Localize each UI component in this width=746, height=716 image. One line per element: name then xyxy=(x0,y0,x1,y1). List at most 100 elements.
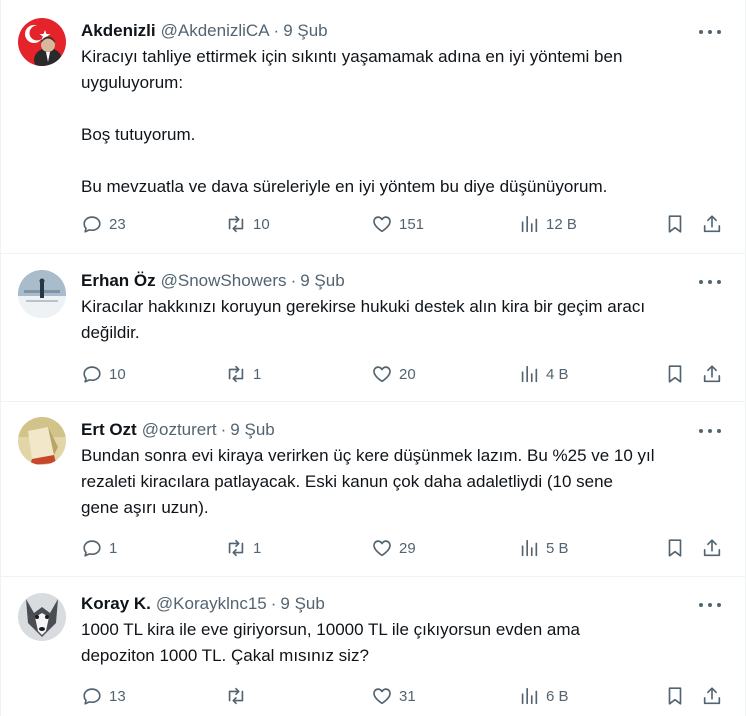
tweet-text: Bundan sonra evi kiraya verirken üç kere… xyxy=(81,443,729,521)
share-button[interactable] xyxy=(701,537,723,559)
like-count: 31 xyxy=(399,687,416,705)
like-count: 20 xyxy=(399,365,416,383)
reply-count: 13 xyxy=(109,687,126,705)
reply-button[interactable]: 13 xyxy=(81,685,126,707)
tweet-text-line: gene aşırı uzun). xyxy=(81,498,209,517)
tweet[interactable]: Erhan Öz @SnowShowers · 9 Şub Kiracılar … xyxy=(1,254,745,402)
retweet-count: 1 xyxy=(253,365,262,383)
display-name[interactable]: Ert Ozt xyxy=(81,420,137,440)
tweet-actions: 23 10 151 12 B xyxy=(81,213,725,237)
tweet-actions: 10 1 20 4 B xyxy=(81,363,725,387)
tweet[interactable]: Koray K. @Korayklnc15 · 9 Şub 1000 TL ki… xyxy=(1,577,745,716)
bookmark-icon xyxy=(668,215,682,233)
user-handle[interactable]: @SnowShowers xyxy=(161,271,287,291)
reply-button[interactable]: 23 xyxy=(81,213,126,235)
reply-count: 1 xyxy=(109,539,118,557)
display-name[interactable]: Akdenizli xyxy=(81,21,156,41)
tweet[interactable]: Akdenizli @AkdenizliCA · 9 Şub Kiracıyı … xyxy=(1,0,745,254)
retweet-count: 10 xyxy=(253,215,270,233)
tweet-header: Koray K. @Korayklnc15 · 9 Şub xyxy=(81,593,729,615)
bookmark-button[interactable] xyxy=(664,363,686,385)
retweet-icon xyxy=(228,687,244,705)
share-button[interactable] xyxy=(701,213,723,235)
tweet-date[interactable]: 9 Şub xyxy=(280,594,324,614)
tweet-header: Akdenizli @AkdenizliCA · 9 Şub xyxy=(81,20,729,42)
avatar[interactable] xyxy=(18,18,66,66)
reply-icon xyxy=(83,216,101,233)
views-button[interactable]: 6 B xyxy=(518,685,569,707)
retweet-button[interactable]: 10 xyxy=(225,213,270,235)
views-chart-icon xyxy=(521,365,538,383)
user-handle[interactable]: @AkdenizliCA xyxy=(161,21,270,41)
tweet-text-line: depoziton 1000 TL. Çakal mısınız siz? xyxy=(81,646,369,665)
bookmark-icon xyxy=(668,687,682,705)
tweet-text-line xyxy=(81,148,729,174)
views-chart-icon xyxy=(521,539,538,557)
retweet-count: 1 xyxy=(253,539,262,557)
views-chart-icon xyxy=(521,687,538,705)
bookmark-icon xyxy=(668,539,682,557)
like-button[interactable]: 151 xyxy=(371,213,424,235)
heart-icon xyxy=(373,688,391,705)
tweet-actions: 1 1 29 5 B xyxy=(81,537,725,561)
tweet[interactable]: Ert Ozt @ozturert · 9 Şub Bundan sonra e… xyxy=(1,402,745,577)
like-button[interactable]: 31 xyxy=(371,685,416,707)
like-button[interactable]: 20 xyxy=(371,363,416,385)
tweet-date[interactable]: 9 Şub xyxy=(230,420,274,440)
reply-button[interactable]: 10 xyxy=(81,363,126,385)
like-button[interactable]: 29 xyxy=(371,537,416,559)
views-button[interactable]: 5 B xyxy=(518,537,569,559)
tweet-text-line: 1000 TL kira ile eve giriyorsun, 10000 T… xyxy=(81,620,580,639)
tweet-text: 1000 TL kira ile eve giriyorsun, 10000 T… xyxy=(81,617,729,669)
avatar[interactable] xyxy=(18,417,66,465)
tweet-text: Kiracılar hakkınızı koruyun gerekirse hu… xyxy=(81,294,729,346)
tweet-text-line: uyguluyorum: xyxy=(81,73,184,92)
share-button[interactable] xyxy=(701,363,723,385)
tweet-date[interactable]: 9 Şub xyxy=(283,21,327,41)
retweet-button[interactable]: 1 xyxy=(225,537,261,559)
share-icon xyxy=(703,365,721,383)
reply-count: 23 xyxy=(109,215,126,233)
like-count: 151 xyxy=(399,215,425,233)
reply-count: 10 xyxy=(109,365,126,383)
display-name[interactable]: Erhan Öz xyxy=(81,271,156,291)
share-button[interactable] xyxy=(701,685,723,707)
heart-icon xyxy=(373,540,391,557)
tweet-header: Ert Ozt @ozturert · 9 Şub xyxy=(81,419,729,441)
views-button[interactable]: 4 B xyxy=(518,363,569,385)
tweet-text-line: değildir. xyxy=(81,323,140,342)
retweet-button[interactable]: 1 xyxy=(225,363,261,385)
retweet-button[interactable] xyxy=(225,685,253,707)
tweet-text-line: Boş tutuyorum. xyxy=(81,125,196,144)
separator: · xyxy=(290,271,297,290)
user-handle[interactable]: @ozturert xyxy=(142,420,217,440)
user-handle[interactable]: @Korayklnc15 xyxy=(156,594,267,614)
reply-button[interactable]: 1 xyxy=(81,537,117,559)
display-name[interactable]: Koray K. xyxy=(81,594,151,614)
reply-icon xyxy=(83,688,101,705)
view-count: 5 B xyxy=(546,539,569,557)
share-icon xyxy=(703,687,721,705)
view-count: 6 B xyxy=(546,687,569,705)
tweet-text-line: Kiracıyı tahliye ettirmek için sıkıntı y… xyxy=(81,47,623,66)
tweet-feed: Akdenizli @AkdenizliCA · 9 Şub Kiracıyı … xyxy=(0,0,746,716)
avatar[interactable] xyxy=(18,270,66,318)
separator: · xyxy=(220,420,227,439)
view-count: 4 B xyxy=(546,365,569,383)
retweet-icon xyxy=(228,539,244,557)
bookmark-button[interactable] xyxy=(664,213,686,235)
reply-icon xyxy=(83,540,101,557)
retweet-icon xyxy=(228,215,244,233)
views-button[interactable]: 12 B xyxy=(518,213,577,235)
avatar[interactable] xyxy=(18,593,66,641)
tweet-text: Kiracıyı tahliye ettirmek için sıkıntı y… xyxy=(81,44,729,200)
views-chart-icon xyxy=(521,215,538,233)
bookmark-button[interactable] xyxy=(664,685,686,707)
like-count: 29 xyxy=(399,539,416,557)
bookmark-button[interactable] xyxy=(664,537,686,559)
separator: · xyxy=(273,21,280,40)
tweet-text-line: Kiracılar hakkınızı koruyun gerekirse hu… xyxy=(81,297,646,316)
share-icon xyxy=(703,539,721,557)
heart-icon xyxy=(373,216,391,233)
tweet-date[interactable]: 9 Şub xyxy=(300,271,344,291)
